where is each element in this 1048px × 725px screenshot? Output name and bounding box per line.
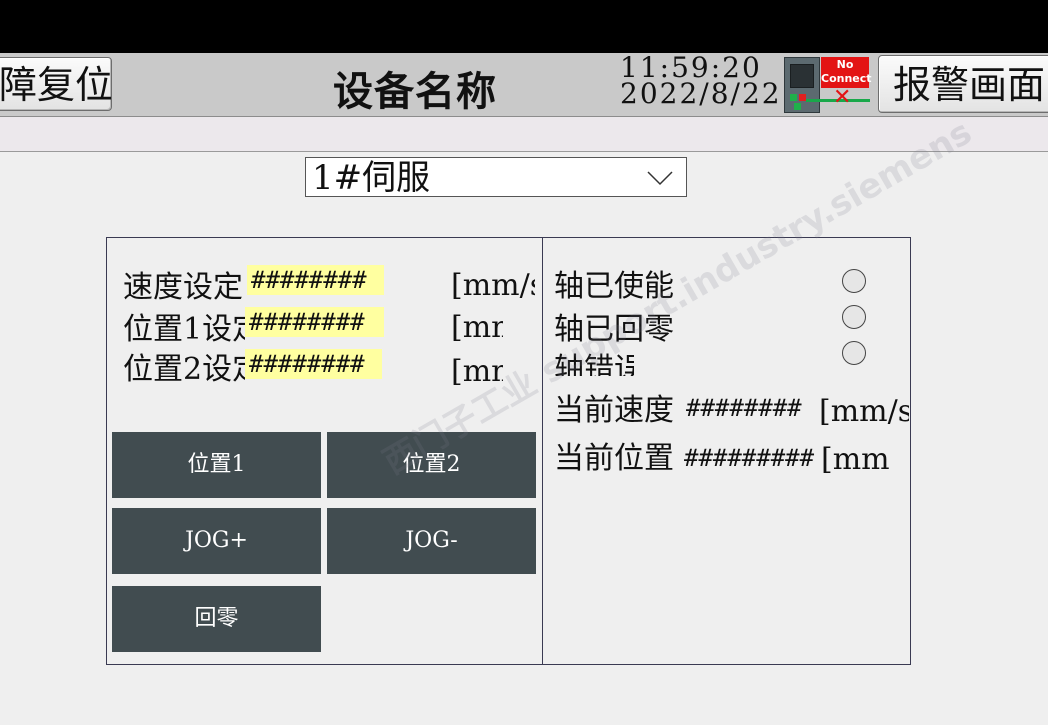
page-title: 设备名称 — [333, 68, 497, 115]
speed-setting-input[interactable]: ######## — [247, 265, 384, 295]
servo-select-value: 1#伺服 — [312, 158, 431, 198]
current-speed-value: ######## — [686, 394, 802, 422]
current-position-unit: [mm] — [821, 442, 891, 477]
top-black-bar — [0, 0, 1048, 53]
current-position-label: 当前位置 — [554, 441, 674, 476]
position1-button[interactable]: 位置1 — [112, 432, 321, 498]
servo-select[interactable]: 1#伺服 — [305, 157, 687, 198]
chevron-down-icon — [647, 171, 673, 186]
position2-setting-label: 位置2设定 — [123, 352, 245, 387]
alarm-screen-button[interactable]: 报警画面 — [878, 55, 1048, 113]
current-speed-label: 当前速度 — [554, 393, 674, 428]
jog-plus-button[interactable]: JOG+ — [112, 508, 321, 574]
speed-setting-unit: [mm/s] — [451, 268, 535, 303]
datetime-display: 11:59:20 2022/8/22 — [620, 55, 778, 107]
date-display: 2022/8/22 — [620, 77, 778, 108]
current-speed-unit: [mm/s] — [819, 394, 909, 429]
position1-setting-label: 位置1设定 — [123, 312, 245, 347]
speed-setting-label: 速度设定 — [123, 270, 243, 305]
current-position-value: ######### — [684, 444, 815, 472]
position1-setting-unit: [mm] — [451, 310, 503, 345]
panel-divider — [542, 237, 543, 665]
axis-enabled-indicator — [842, 269, 866, 293]
header-bar: 故障复位 设备名称 11:59:20 2022/8/22 No Connect … — [0, 53, 1048, 117]
connection-status-badge: No Connect — [821, 57, 872, 88]
jog-minus-button[interactable]: JOG- — [327, 508, 536, 574]
disconnected-x-icon: ✕ — [833, 85, 852, 110]
home-button[interactable]: 回零 — [112, 586, 321, 652]
axis-error-indicator — [842, 341, 866, 365]
position1-setting-input[interactable]: ######## — [245, 307, 384, 337]
plc-icon — [784, 57, 820, 113]
axis-homed-indicator — [842, 305, 866, 329]
position2-setting-input[interactable]: ######## — [245, 349, 382, 379]
fault-reset-button[interactable]: 故障复位 — [0, 57, 112, 111]
